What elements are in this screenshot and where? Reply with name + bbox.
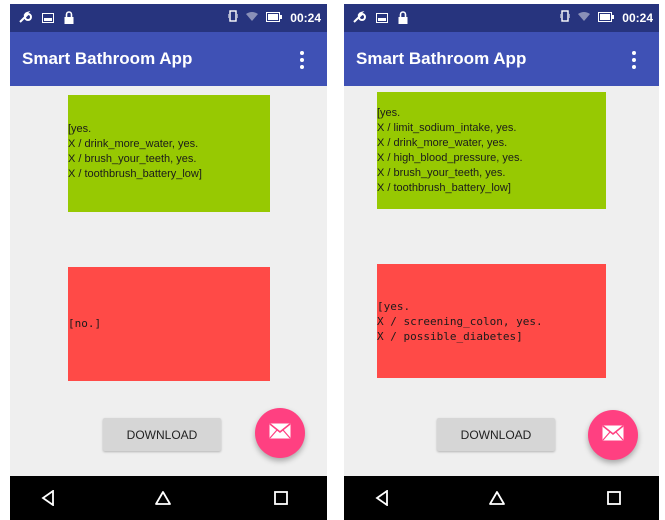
app-bar: Smart Bathroom App	[344, 32, 659, 86]
email-icon	[269, 422, 291, 444]
app-title: Smart Bathroom App	[22, 49, 193, 68]
battery-icon	[266, 11, 283, 25]
lock-icon	[398, 10, 408, 27]
recommendations-box: [yes. X / drink_more_water, yes. X / bru…	[68, 95, 270, 212]
recents-icon[interactable]	[602, 486, 626, 510]
email-fab-button[interactable]	[588, 410, 638, 460]
phone-screen-left: 00:24 Smart Bathroom App [yes. X / drink…	[10, 4, 327, 520]
navigation-bar	[10, 476, 327, 520]
more-vert-icon[interactable]	[299, 50, 305, 70]
phone-screen-right: 00:24 Smart Bathroom App [yes. X / limit…	[344, 4, 659, 520]
app-bar: Smart Bathroom App	[10, 32, 327, 86]
wrench-icon	[18, 10, 32, 27]
vibrate-icon	[559, 10, 571, 25]
status-time: 00:24	[622, 10, 653, 25]
back-icon[interactable]	[370, 486, 394, 510]
home-icon[interactable]	[485, 486, 509, 510]
image-icon	[42, 12, 54, 26]
wifi-icon	[578, 11, 591, 25]
status-bar: 00:24	[344, 4, 659, 32]
wifi-icon	[246, 11, 259, 25]
email-icon	[602, 424, 624, 446]
alerts-box: [yes. X / screening_colon, yes. X / poss…	[377, 264, 606, 378]
download-button[interactable]: DOWNLOAD	[437, 418, 555, 451]
image-icon	[376, 12, 388, 26]
more-vert-icon[interactable]	[631, 50, 637, 70]
lock-icon	[64, 10, 74, 27]
back-icon[interactable]	[36, 486, 60, 510]
email-fab-button[interactable]	[255, 408, 305, 458]
home-icon[interactable]	[151, 486, 175, 510]
navigation-bar	[344, 476, 659, 520]
wrench-icon	[352, 10, 366, 27]
recents-icon[interactable]	[269, 486, 293, 510]
vibrate-icon	[227, 10, 239, 25]
download-button[interactable]: DOWNLOAD	[103, 418, 221, 451]
status-time: 00:24	[290, 10, 321, 25]
battery-icon	[598, 11, 615, 25]
status-bar: 00:24	[10, 4, 327, 32]
app-title: Smart Bathroom App	[356, 49, 527, 68]
recommendations-box: [yes. X / limit_sodium_intake, yes. X / …	[377, 92, 606, 209]
alerts-box: [no.]	[68, 267, 270, 381]
